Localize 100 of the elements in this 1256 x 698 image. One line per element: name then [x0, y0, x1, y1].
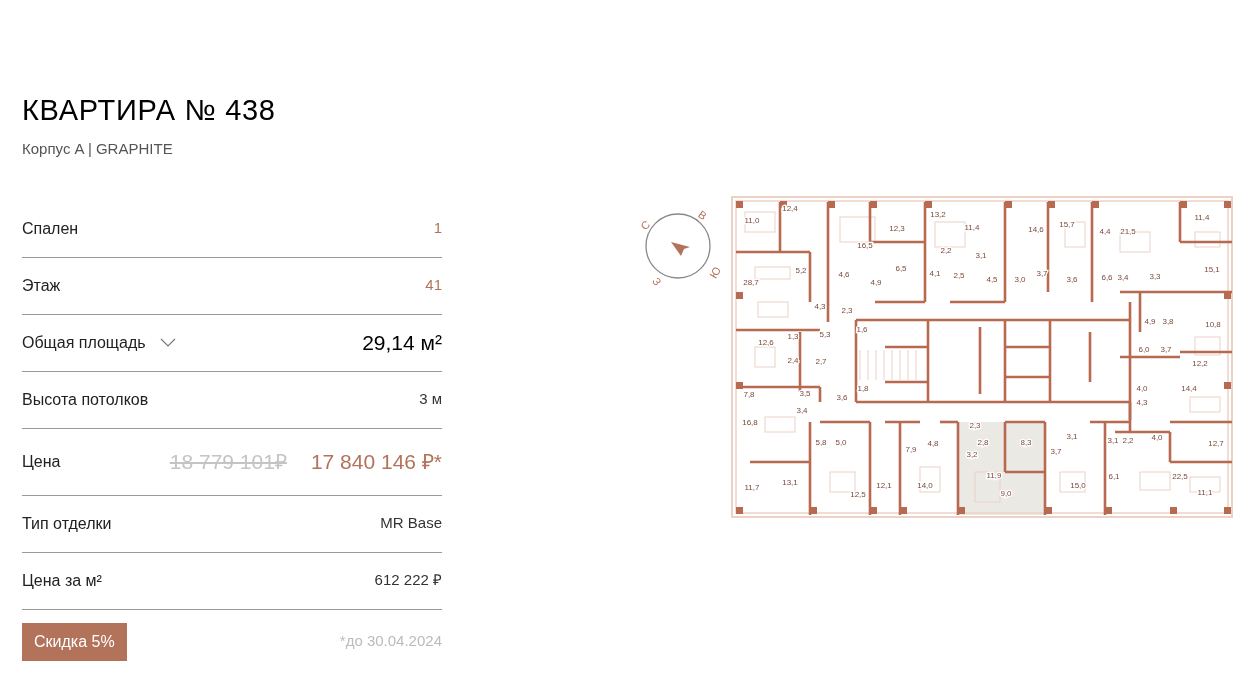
- chevron-down-icon[interactable]: [159, 338, 176, 347]
- room-area-label: 13,2: [930, 210, 946, 219]
- room-area-label: 2,2: [1122, 436, 1134, 445]
- room-area-label: 14,4: [1181, 384, 1197, 393]
- room-area-label: 4,1: [929, 269, 941, 278]
- room-area-label: 2,5: [953, 271, 965, 280]
- room-area-label: 3,1: [1107, 436, 1119, 445]
- row-value: 41: [425, 275, 442, 296]
- room-area-label: 16,8: [742, 418, 758, 427]
- room-area-label: 15,0: [1070, 481, 1086, 490]
- room-area-label: 12,2: [1192, 359, 1208, 368]
- old-price: 18 779 101₽: [169, 448, 287, 475]
- room-area-label: 3,3: [1149, 272, 1161, 281]
- room-area-label: 11,9: [986, 471, 1002, 480]
- room-area-label: 4,9: [1144, 317, 1156, 326]
- room-area-label: 3,4: [1117, 273, 1129, 282]
- compass-direction-label: З: [650, 275, 664, 288]
- room-area-label: 2,4: [787, 356, 799, 365]
- building-subtitle: Корпус A | GRAPHITE: [22, 139, 173, 159]
- room-area-label: 2,3: [969, 421, 981, 430]
- room-area-label: 4,4: [1099, 227, 1111, 236]
- room-area-label: 11,4: [964, 223, 980, 232]
- row-value: 612 222 ₽: [374, 570, 442, 591]
- row-label: Высота потолков: [22, 389, 149, 410]
- room-area-label: 4,3: [1136, 398, 1148, 407]
- room-area-label: 3,6: [836, 393, 848, 402]
- room-area-label: 28,7: [743, 278, 759, 287]
- room-area-label: 6,0: [1138, 345, 1150, 354]
- room-area-label: 4,6: [838, 270, 850, 279]
- room-area-label: 3,4: [796, 406, 808, 415]
- row-label: Цена: [22, 451, 61, 472]
- room-area-label: 3,7: [1036, 269, 1048, 278]
- room-area-label: 14,0: [917, 481, 933, 490]
- room-area-label: 3,0: [1014, 275, 1026, 284]
- discount-button[interactable]: Скидка 5%: [22, 622, 127, 661]
- room-area-label: 6,1: [1108, 472, 1120, 481]
- room-area-label: 2,8: [977, 438, 989, 447]
- room-area-label: 5,3: [819, 330, 831, 339]
- room-area-label: 21,5: [1120, 227, 1136, 236]
- room-area-label: 4,9: [870, 278, 882, 287]
- room-area-label: 11,7: [744, 483, 760, 492]
- room-area-label: 12,5: [850, 490, 866, 499]
- room-area-label: 7,9: [905, 445, 917, 454]
- room-area-label: 12,1: [876, 481, 892, 490]
- room-area-label: 4,0: [1151, 433, 1163, 442]
- room-area-label: 15,1: [1204, 265, 1220, 274]
- room-area-label: 6,5: [895, 264, 907, 273]
- room-area-label: 10,8: [1205, 320, 1221, 329]
- row-label: Спален: [22, 218, 79, 239]
- room-area-label: 3,6: [1066, 275, 1078, 284]
- room-area-label: 1,3: [787, 332, 799, 341]
- room-area-label: 22,5: [1172, 472, 1188, 481]
- row-value: MR Base: [380, 513, 442, 534]
- room-area-label: 3,2: [966, 450, 978, 459]
- room-area-label: 11,0: [744, 216, 760, 225]
- room-area-label: 3,5: [799, 389, 811, 398]
- room-area-label: 12,3: [889, 224, 905, 233]
- compass-direction-label: Ю: [707, 264, 724, 281]
- apartment-title: КВАРТИРА № 438: [22, 93, 277, 128]
- room-area-label: 7,8: [743, 390, 755, 399]
- room-area-label: 16,5: [857, 241, 873, 250]
- compass-arrow-icon: [671, 242, 690, 256]
- room-area-label: 2,7: [815, 357, 827, 366]
- room-area-label: 3,1: [1066, 432, 1078, 441]
- area-value: 29,14 м²: [362, 329, 442, 356]
- room-area-label: 12,4: [782, 204, 798, 213]
- room-area-label: 5,2: [795, 266, 807, 275]
- room-area-label: 3,1: [975, 251, 987, 260]
- room-area-label: 2,2: [940, 246, 952, 255]
- row-value: 1: [433, 218, 442, 239]
- room-area-label: 1,6: [856, 325, 868, 334]
- room-area-label: 4,0: [1136, 384, 1148, 393]
- room-area-label: 12,6: [758, 338, 774, 347]
- room-area-label: 8,3: [1020, 438, 1032, 447]
- room-area-label: 11,1: [1197, 488, 1213, 497]
- room-area-label: 6,6: [1101, 273, 1113, 282]
- discount-note: *до 30.04.2024: [339, 631, 442, 652]
- room-area-label: 1,8: [857, 384, 869, 393]
- room-area-label: 3,8: [1162, 317, 1174, 326]
- room-area-label: 13,1: [782, 478, 798, 487]
- row-label: Цена за м²: [22, 570, 102, 591]
- room-area-label: 14,6: [1028, 225, 1044, 234]
- room-area-label: 4,3: [814, 302, 826, 311]
- room-area-label: 12,7: [1208, 439, 1224, 448]
- room-area-label: 9,0: [1000, 489, 1012, 498]
- room-area-label: 11,4: [1194, 213, 1210, 222]
- row-value: 3 м: [419, 389, 442, 410]
- compass-direction-label: В: [696, 208, 710, 223]
- room-area-label: 2,3: [841, 306, 853, 315]
- room-area-label: 15,7: [1059, 220, 1075, 229]
- room-area-label: 4,8: [927, 439, 939, 448]
- room-area-label: 4,5: [986, 275, 998, 284]
- row-label: Тип отделки: [22, 513, 112, 534]
- row-label: Общая площадь: [22, 332, 146, 353]
- compass-direction-label: С: [638, 218, 653, 233]
- room-area-label: 3,7: [1050, 447, 1062, 456]
- room-area-label: 3,7: [1160, 345, 1172, 354]
- discounted-price: 17 840 146 ₽*: [310, 448, 442, 475]
- room-area-label: 5,0: [835, 438, 847, 447]
- row-label: Этаж: [22, 275, 61, 296]
